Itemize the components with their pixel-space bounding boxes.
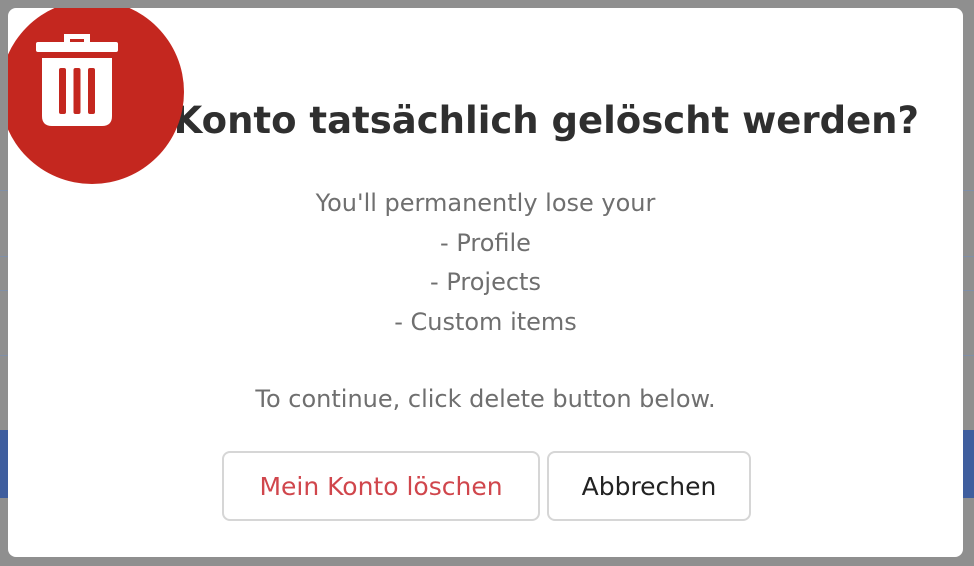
loss-item: - Projects	[430, 268, 541, 296]
delete-account-dialog: as Konto tatsächlich gelöscht werden? Yo…	[8, 8, 963, 557]
dialog-instruction: To continue, click delete button below.	[255, 385, 716, 413]
cancel-button[interactable]: Abbrechen	[547, 451, 751, 521]
trash-icon	[36, 34, 118, 126]
dialog-intro: You'll permanently lose your	[315, 189, 656, 217]
loss-item: - Custom items	[394, 307, 577, 336]
dialog-actions: Mein Konto löschen Abbrechen	[8, 451, 963, 523]
loss-item: - Profile	[440, 228, 531, 257]
dialog-body: You'll permanently lose your - Profile -…	[8, 184, 963, 420]
trash-badge	[8, 8, 184, 184]
delete-account-button[interactable]: Mein Konto löschen	[222, 451, 540, 521]
